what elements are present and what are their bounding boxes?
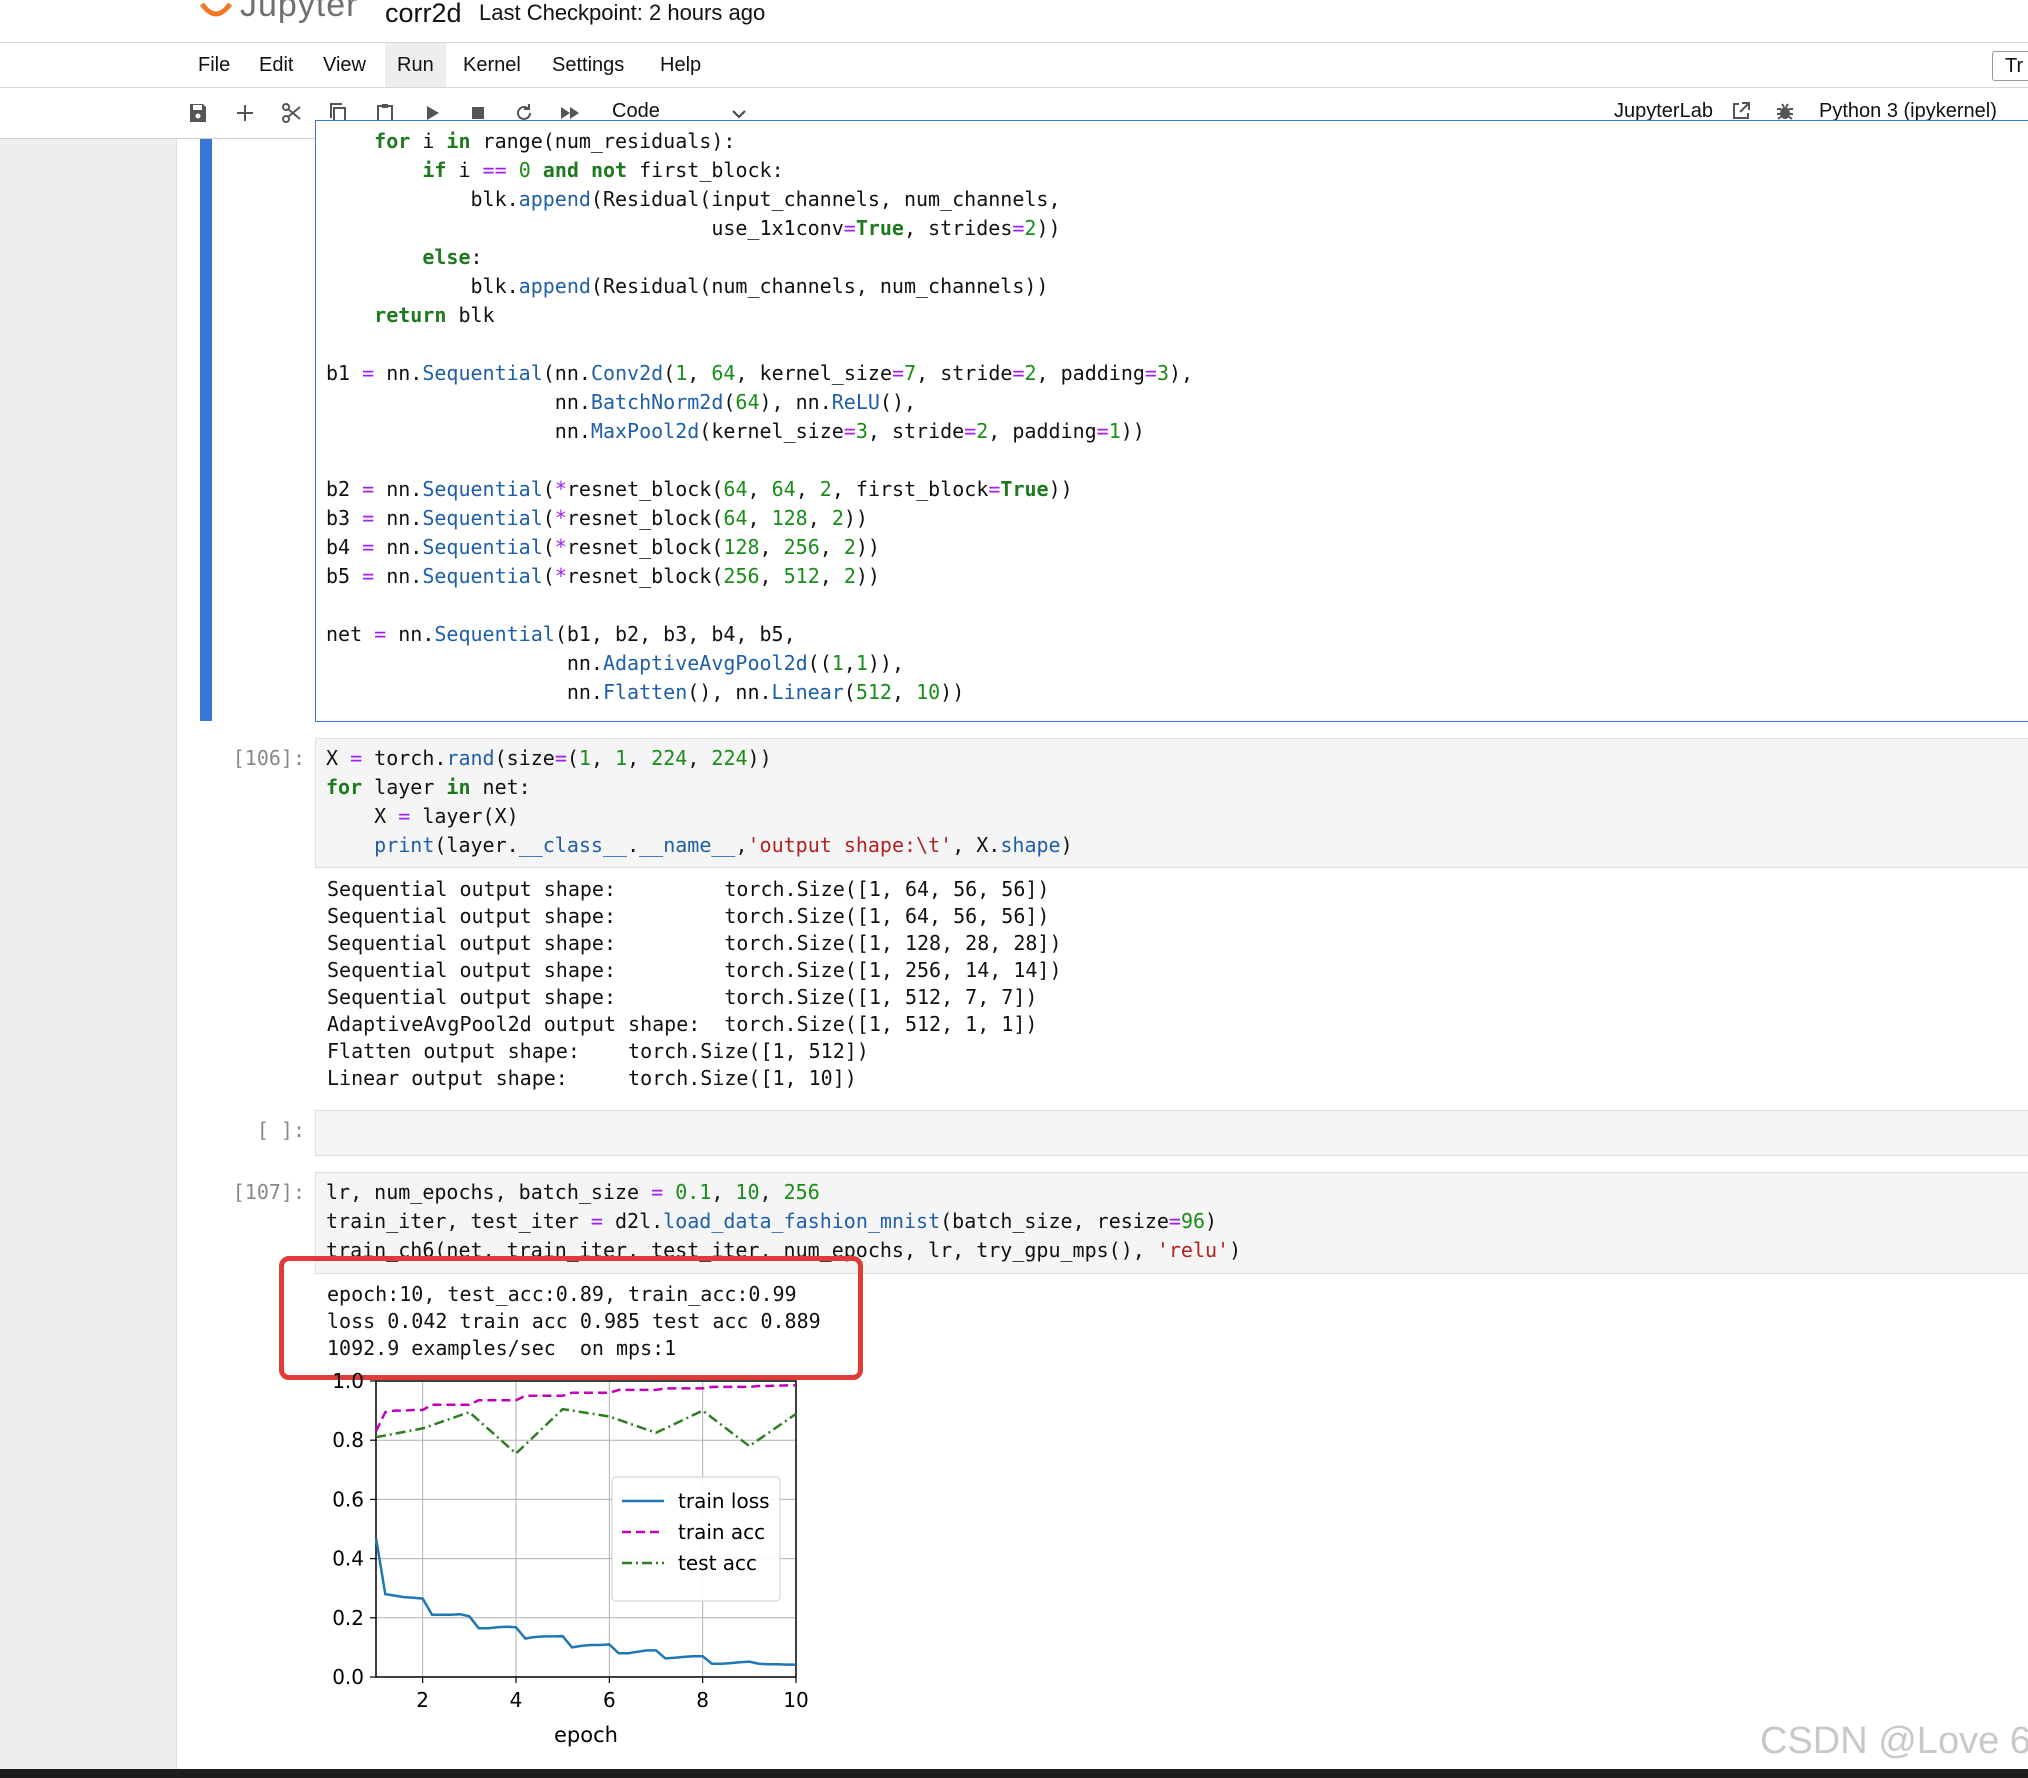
y-tick-label: 0.4 [332,1547,364,1571]
legend-label: train loss [678,1489,770,1513]
cell-2-code[interactable]: X = torch.rand(size=(1, 1, 224, 224)) fo… [326,744,1073,860]
x-tick-label: 10 [783,1688,808,1712]
jupyter-window: Jupyter corr2d Last Checkpoint: 2 hours … [0,0,2028,1778]
debugger-icon[interactable] [1774,100,1796,122]
cell-1-code[interactable]: for i in range(num_residuals): if i == 0… [326,127,1193,707]
menu-kernel[interactable]: Kernel [451,43,533,87]
legend: train loss train acc test acc [611,1476,781,1602]
y-tick-label: 0.2 [332,1606,364,1630]
training-chart: 2 4 6 8 10 0.0 0.2 0.4 0.6 0.8 1.0 epoch train los… [332,1370,809,1747]
menu-bar: File Edit View Run Kernel Settings Help … [0,43,2028,88]
legend-label: test acc [678,1551,757,1575]
active-cell-indicator [200,139,212,721]
watermark: CSDN @Love 6 [1760,1720,2028,1762]
x-tick-label: 2 [416,1688,429,1712]
top-bar: Jupyter corr2d Last Checkpoint: 2 hours … [0,0,2028,43]
legend-label: train acc [678,1520,765,1544]
x-tick-label: 4 [510,1688,523,1712]
left-gutter [0,139,176,1769]
series-test-acc [375,1407,797,1456]
external-link-icon[interactable] [1730,100,1752,122]
menu-run[interactable]: Run [385,43,446,87]
save-icon[interactable] [183,98,213,128]
series-train-acc [374,1384,796,1432]
add-cell-icon[interactable] [230,98,260,128]
cell-2-prompt: [106]: [232,746,305,770]
x-tick-label: 8 [696,1688,709,1712]
trusted-indicator[interactable]: Tr [1992,51,2028,81]
cell-4-code[interactable]: lr, num_epochs, batch_size = 0.1, 10, 25… [326,1178,1241,1265]
menu-edit[interactable]: Edit [247,43,305,87]
cell-3-prompt: [ ]: [256,1118,305,1142]
notebook-title[interactable]: corr2d [385,0,462,29]
x-axis-label: epoch [554,1723,618,1747]
cell-4-prompt: [107]: [232,1180,305,1204]
cut-icon[interactable] [277,98,307,128]
menu-settings[interactable]: Settings [540,43,636,87]
highlight-annotation [279,1256,863,1380]
menu-view[interactable]: View [311,43,378,87]
y-tick-label: 0.8 [332,1428,364,1452]
x-tick-label: 6 [603,1688,616,1712]
y-tick-label: 1.0 [332,1370,364,1393]
menu-help[interactable]: Help [648,43,713,87]
y-tick-label: 0.0 [332,1665,364,1689]
y-tick-label: 0.6 [332,1487,364,1511]
cell-3-input[interactable] [315,1110,2028,1156]
menu-file[interactable]: File [186,43,242,87]
jupyter-logo [199,2,233,17]
brand-name: Jupyter [240,0,359,24]
bottom-strip [0,1769,2028,1778]
cell-2-output: Sequential output shape: torch.Size([1, … [327,877,1062,1090]
checkpoint-status: Last Checkpoint: 2 hours ago [479,0,766,25]
